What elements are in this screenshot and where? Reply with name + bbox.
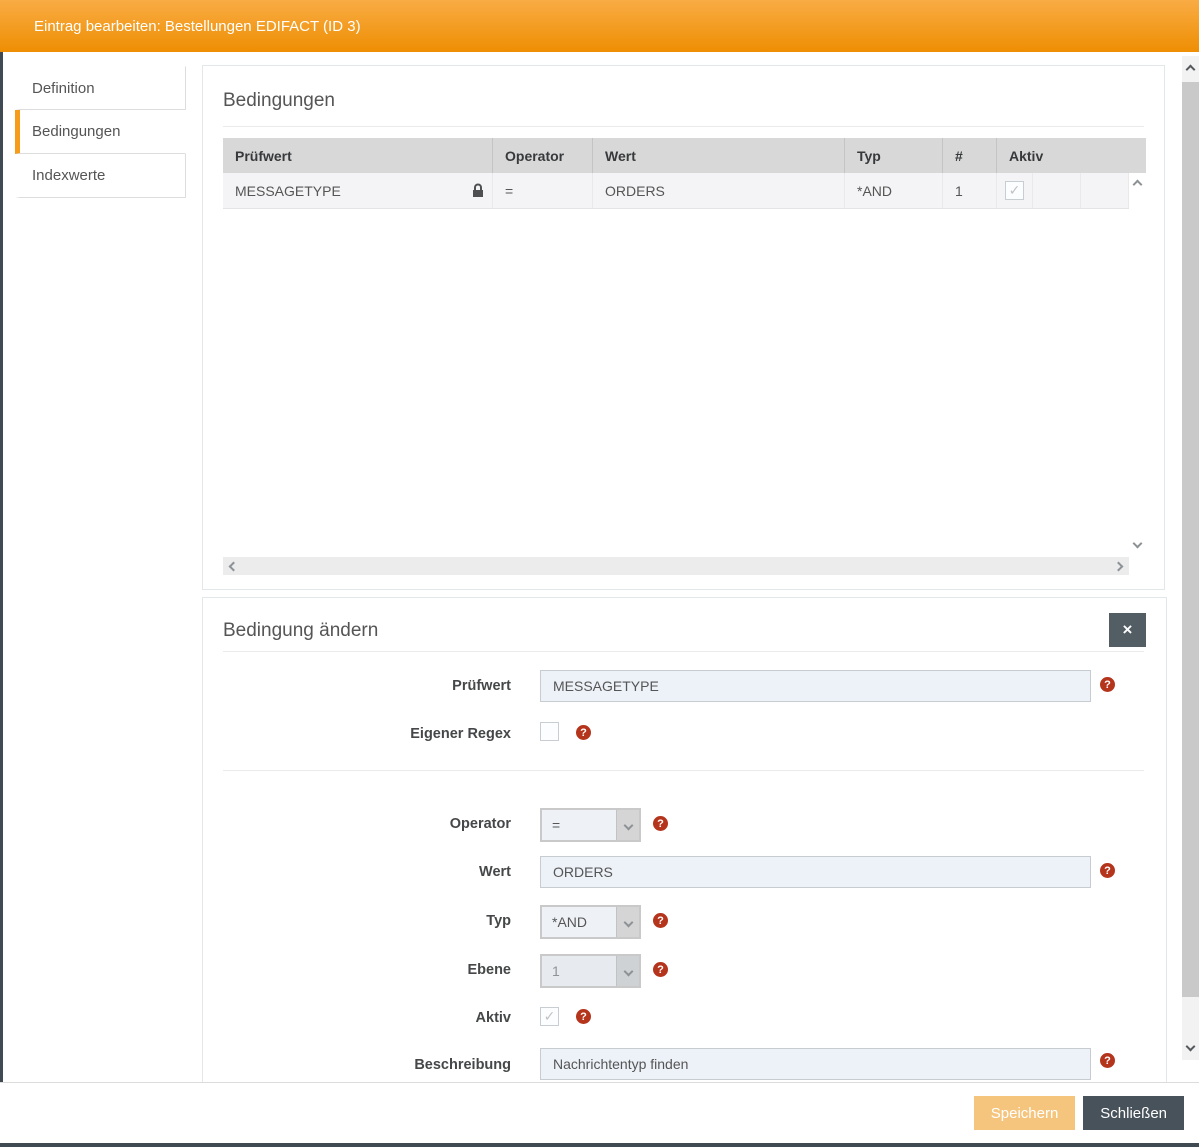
cell-empty-2 — [1081, 173, 1129, 208]
close-button[interactable]: Schließen — [1083, 1096, 1184, 1130]
scroll-up-icon[interactable] — [1185, 64, 1196, 75]
tab-indexwerte[interactable]: Indexwerte — [15, 154, 186, 198]
column-header-pruefwert: Prüfwert — [223, 138, 493, 173]
column-header-operator: Operator — [493, 138, 593, 173]
pruefwert-label: Prüfwert — [452, 678, 511, 694]
chevron-down-icon — [616, 907, 639, 937]
cell-nr: 1 — [943, 173, 997, 208]
dialog-footer: Speichern Schließen — [0, 1082, 1199, 1143]
close-icon: × — [1122, 620, 1133, 639]
tab-definition[interactable]: Definition — [15, 66, 186, 110]
scrollbar-thumb[interactable] — [1182, 82, 1199, 997]
left-edge — [0, 52, 3, 1147]
column-header-nr: # — [943, 138, 997, 173]
conditions-panel-title: Bedingungen — [223, 90, 335, 111]
scroll-down-icon[interactable] — [1132, 538, 1143, 549]
aktiv-checkbox: ✓ — [540, 1007, 559, 1026]
scroll-left-icon[interactable] — [228, 561, 239, 572]
wert-label: Wert — [479, 864, 511, 880]
help-icon[interactable]: ? — [1100, 1053, 1115, 1068]
dialog-body: Definition Bedingungen Indexwerte Beding… — [0, 52, 1199, 1082]
lock-icon — [471, 183, 485, 198]
typ-label: Typ — [486, 913, 511, 929]
beschreibung-label: Beschreibung — [414, 1057, 511, 1073]
cell-typ: *AND — [845, 173, 943, 208]
help-icon[interactable]: ? — [576, 1009, 591, 1024]
beschreibung-input[interactable] — [540, 1048, 1091, 1080]
help-icon[interactable]: ? — [576, 725, 591, 740]
heading-divider — [223, 126, 1144, 127]
cell-aktiv: ✓ — [997, 173, 1033, 208]
sidebar-tabs: Definition Bedingungen Indexwerte — [15, 66, 186, 198]
scroll-down-icon[interactable] — [1185, 1041, 1196, 1052]
form-divider — [223, 770, 1144, 771]
cell-pruefwert-text: MESSAGETYPE — [235, 182, 341, 199]
row-aktiv-checkbox: ✓ — [1005, 181, 1024, 200]
operator-select[interactable]: = — [540, 808, 641, 842]
edit-condition-panel: Bedingung ändern × Prüfwert ? Eigener Re… — [202, 597, 1167, 1082]
scroll-right-icon[interactable] — [1113, 561, 1124, 572]
edit-panel-title: Bedingung ändern — [223, 620, 379, 641]
wert-input[interactable] — [540, 856, 1091, 888]
aktiv-label: Aktiv — [475, 1010, 511, 1026]
table-horizontal-scrollbar[interactable] — [223, 557, 1129, 575]
typ-select[interactable]: *AND — [540, 905, 641, 939]
pruefwert-input[interactable] — [540, 670, 1091, 702]
help-icon[interactable]: ? — [653, 962, 668, 977]
column-header-wert: Wert — [593, 138, 845, 173]
chevron-down-icon — [616, 956, 639, 986]
dialog-header: Eintrag bearbeiten: Bestellungen EDIFACT… — [0, 0, 1199, 52]
close-panel-button[interactable]: × — [1109, 613, 1146, 647]
chevron-down-icon — [616, 810, 639, 840]
ebene-select: 1 — [540, 954, 641, 988]
conditions-table-header: Prüfwert Operator Wert Typ # Aktiv — [223, 138, 1146, 173]
check-icon: ✓ — [543, 1008, 556, 1024]
main-scrollbar — [1182, 56, 1199, 1060]
dialog-title: Eintrag bearbeiten: Bestellungen EDIFACT… — [34, 17, 361, 35]
tab-bedingungen[interactable]: Bedingungen — [15, 110, 186, 154]
scroll-up-icon[interactable] — [1132, 179, 1143, 190]
table-row[interactable]: MESSAGETYPE = ORDERS *AND 1 ✓ — [223, 173, 1129, 209]
column-header-aktiv: Aktiv — [1009, 147, 1044, 164]
eigener-regex-checkbox[interactable] — [540, 722, 559, 741]
help-icon[interactable]: ? — [653, 913, 668, 928]
help-icon[interactable]: ? — [1100, 677, 1115, 692]
operator-label: Operator — [449, 816, 511, 832]
cell-empty-1 — [1033, 173, 1081, 208]
table-vertical-scrollbar[interactable] — [1129, 173, 1146, 557]
bottom-edge — [0, 1143, 1199, 1147]
save-button[interactable]: Speichern — [973, 1096, 1076, 1130]
conditions-panel: Bedingungen Prüfwert Operator Wert Typ #… — [202, 65, 1165, 590]
cell-operator: = — [493, 173, 593, 208]
heading-divider — [223, 651, 1144, 652]
ebene-label: Ebene — [467, 962, 511, 978]
check-icon: ✓ — [1008, 182, 1021, 198]
help-icon[interactable]: ? — [1100, 863, 1115, 878]
help-icon[interactable]: ? — [653, 816, 668, 831]
column-header-typ: Typ — [845, 138, 943, 173]
eigener-regex-label: Eigener Regex — [410, 726, 511, 742]
cell-wert: ORDERS — [593, 173, 845, 208]
cell-pruefwert: MESSAGETYPE — [223, 173, 493, 208]
conditions-table-body: MESSAGETYPE = ORDERS *AND 1 ✓ — [223, 173, 1146, 557]
